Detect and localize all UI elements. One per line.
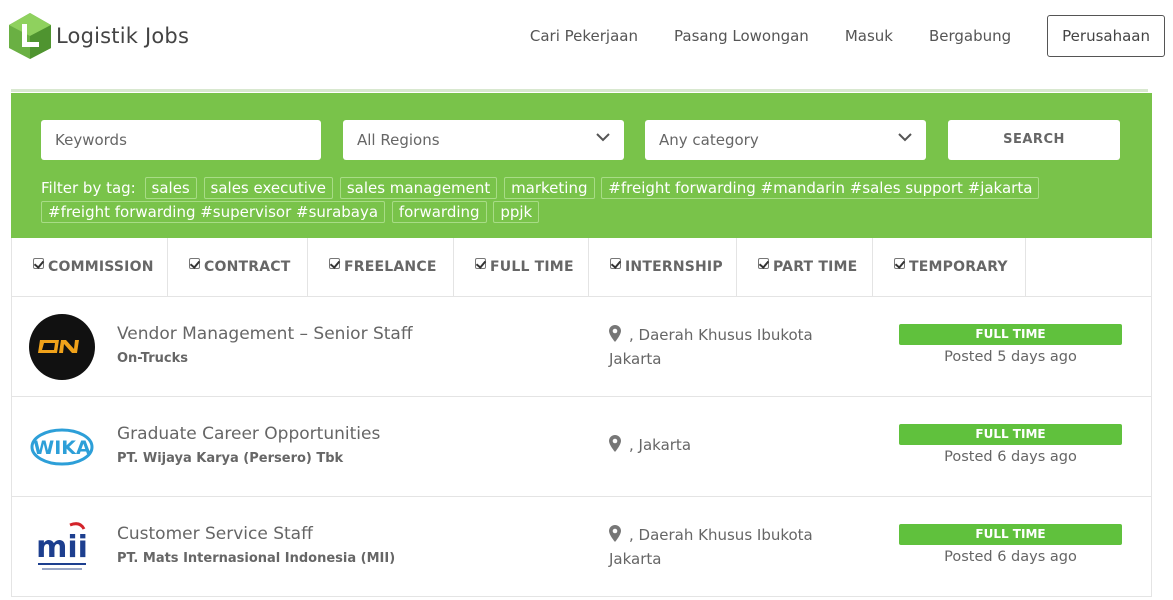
map-pin-icon (609, 325, 621, 342)
search-panel: Keywords All Regions Any category SEARCH… (11, 93, 1152, 238)
chevron-down-icon (596, 133, 610, 142)
type-freelance[interactable]: FREELANCE (308, 238, 454, 296)
category-value: Any category (659, 131, 759, 149)
category-select[interactable]: Any category (645, 120, 926, 160)
job-location-text: , Jakarta (629, 436, 692, 454)
search-button[interactable]: SEARCH (948, 120, 1120, 160)
tag-forwarding[interactable]: forwarding (391, 201, 487, 223)
checkbox-checked-icon[interactable] (33, 257, 44, 269)
job-company: PT. Mats Internasional Indonesia (MII) (117, 551, 396, 566)
job-listing[interactable]: mii Customer Service Staff PT. Mats Inte… (11, 497, 1152, 597)
job-title[interactable]: Customer Service Staff (117, 524, 313, 544)
tag-ppjk[interactable]: ppjk (493, 201, 540, 223)
tag-freight-forwarding-jakarta[interactable]: #freight forwarding #mandarin #sales sup… (601, 177, 1040, 199)
nav-bergabung[interactable]: Bergabung (929, 27, 1011, 45)
type-temporary[interactable]: TEMPORARY (873, 238, 1026, 296)
brand-name: Logistik Jobs (56, 24, 190, 48)
job-listing[interactable]: Vendor Management – Senior Staff On-Truc… (11, 297, 1152, 397)
checkbox-checked-icon[interactable] (329, 257, 340, 269)
type-label: CONTRACT (204, 259, 291, 275)
chevron-down-icon (898, 133, 912, 142)
job-company: PT. Wijaya Karya (Persero) Tbk (117, 451, 344, 466)
type-full-time[interactable]: FULL TIME (454, 238, 589, 296)
region-select[interactable]: All Regions (343, 120, 624, 160)
job-posted: Posted 6 days ago (944, 449, 1077, 465)
type-part-time[interactable]: PART TIME (737, 238, 873, 296)
svg-text:mii: mii (36, 530, 88, 565)
checkbox-checked-icon[interactable] (894, 257, 905, 269)
keywords-input[interactable]: Keywords (41, 120, 321, 160)
type-commission[interactable]: COMMISSION (12, 238, 168, 296)
mii-logo-icon: mii (28, 513, 96, 581)
tag-marketing[interactable]: marketing (504, 177, 595, 199)
tag-sales-management[interactable]: sales management (339, 177, 498, 199)
tag-filter: Filter by tag: sales sales executive sal… (41, 176, 1101, 224)
site-logo[interactable]: Logistik Jobs (8, 12, 189, 60)
checkbox-checked-icon[interactable] (189, 257, 200, 269)
map-pin-icon (609, 525, 621, 542)
type-label: FULL TIME (490, 259, 574, 275)
nav-masuk[interactable]: Masuk (845, 27, 893, 45)
type-contract[interactable]: CONTRACT (168, 238, 308, 296)
type-label: COMMISSION (48, 259, 154, 275)
job-posted: Posted 6 days ago (944, 549, 1077, 565)
tag-freight-forwarding-surabaya[interactable]: #freight forwarding #supervisor #surabay… (41, 201, 386, 223)
job-type-badge: FULL TIME (899, 324, 1122, 345)
nav-pasang-lowongan[interactable]: Pasang Lowongan (674, 27, 809, 45)
checkbox-checked-icon[interactable] (758, 257, 769, 269)
checkbox-checked-icon[interactable] (475, 257, 486, 269)
job-listing[interactable]: WIKA Graduate Career Opportunities PT. W… (11, 397, 1152, 497)
perusahaan-button[interactable]: Perusahaan (1047, 15, 1165, 57)
type-label: TEMPORARY (909, 259, 1008, 275)
keywords-placeholder: Keywords (55, 131, 127, 149)
job-location-text: , Daerah Khusus Ibukota Jakarta (609, 526, 813, 568)
checkbox-checked-icon[interactable] (610, 257, 621, 269)
job-location: , Jakarta (609, 433, 849, 457)
logistik-logo-icon (9, 13, 51, 59)
type-label: FREELANCE (344, 259, 437, 275)
header-divider (11, 89, 1148, 92)
job-location: , Daerah Khusus Ibukota Jakarta (609, 323, 849, 371)
map-pin-icon (609, 435, 621, 452)
job-title[interactable]: Vendor Management – Senior Staff (117, 324, 413, 344)
main-nav: Cari Pekerjaan Pasang Lowongan Masuk Ber… (530, 15, 1173, 57)
filter-label: Filter by tag: (41, 179, 136, 197)
job-posted: Posted 5 days ago (944, 349, 1077, 365)
job-location: , Daerah Khusus Ibukota Jakarta (609, 523, 849, 571)
job-title[interactable]: Graduate Career Opportunities (117, 424, 380, 444)
on-trucks-logo-icon (29, 314, 95, 380)
job-type-badge: FULL TIME (899, 424, 1122, 445)
job-type-filters: COMMISSION CONTRACT FREELANCE FULL TIME … (11, 238, 1152, 297)
job-location-text: , Daerah Khusus Ibukota Jakarta (609, 326, 813, 368)
type-label: INTERNSHIP (625, 259, 723, 275)
region-value: All Regions (357, 131, 440, 149)
type-internship[interactable]: INTERNSHIP (589, 238, 737, 296)
job-type-badge: FULL TIME (899, 524, 1122, 545)
job-company: On-Trucks (117, 351, 188, 366)
type-label: PART TIME (773, 259, 858, 275)
nav-cari-pekerjaan[interactable]: Cari Pekerjaan (530, 27, 638, 45)
tag-sales-executive[interactable]: sales executive (203, 177, 334, 199)
site-header: Logistik Jobs Cari Pekerjaan Pasang Lowo… (0, 0, 1173, 90)
wika-logo-icon: WIKA (28, 413, 96, 481)
tag-sales[interactable]: sales (144, 177, 197, 199)
svg-text:WIKA: WIKA (33, 437, 91, 459)
